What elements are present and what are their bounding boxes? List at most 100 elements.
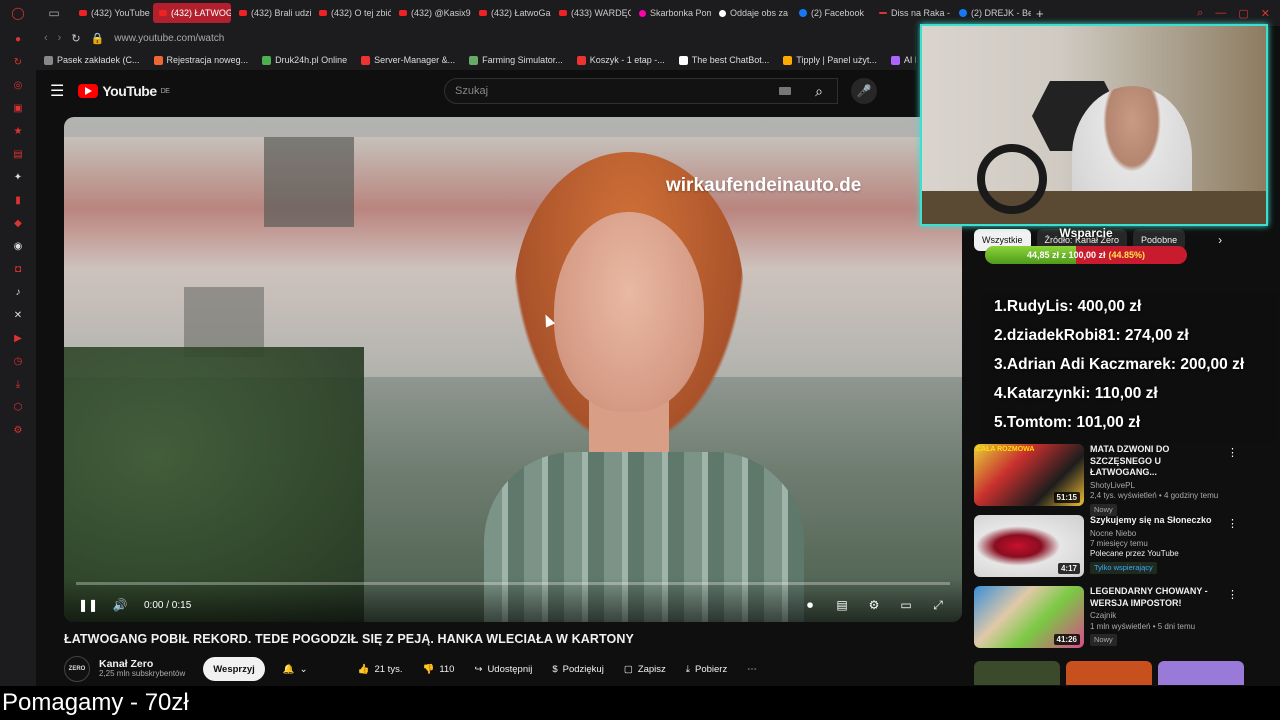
chevron-right-icon[interactable]: ›: [1209, 229, 1231, 251]
browser-tab[interactable]: Skarbonka Pom: [633, 3, 711, 23]
keyboard-icon[interactable]: [779, 87, 791, 95]
kebab-menu-icon[interactable]: ⋮: [1227, 446, 1238, 459]
recommendation-item[interactable]: CAŁA ROZMOWA 51:15 MATA DZWONI DO SZCZĘS…: [974, 444, 1244, 516]
recommendation-title[interactable]: MATA DZWONI DO SZCZĘSNEGO U ŁATWOGANG...: [1090, 444, 1230, 479]
tiktok-icon[interactable]: ♪: [11, 285, 25, 299]
progress-bar[interactable]: [76, 582, 950, 585]
opera-menu-icon[interactable]: ◯: [0, 0, 36, 26]
browser-tab[interactable]: (2) DREJK - Beli: [953, 3, 1031, 23]
browser-tab[interactable]: (432) ŁATWOGANG P...: [153, 3, 231, 23]
bookmark-item[interactable]: Rejestracja noweg...: [153, 55, 248, 65]
new-badge: Nowy: [1090, 503, 1117, 516]
more-actions-button[interactable]: ⋯: [737, 657, 767, 681]
bookmark-item[interactable]: Server-Manager &...: [361, 55, 455, 65]
search-tabs-icon[interactable]: ⌕: [1197, 7, 1203, 20]
opera-icon[interactable]: ●: [11, 32, 25, 46]
voice-search-button[interactable]: 🎤: [851, 78, 877, 104]
support-button[interactable]: Wesprzyj: [203, 657, 265, 681]
bookmark-item[interactable]: Druk24h.pl Online: [262, 55, 347, 65]
bookmark-favicon-icon: [576, 55, 586, 65]
bookmark-item[interactable]: AI Music Genera: [890, 55, 916, 65]
chatgpt-icon[interactable]: ✦: [11, 170, 25, 184]
downloads-icon[interactable]: ⤓: [11, 377, 25, 391]
tab-bar: ◯ ▭ (432) YouTube (432) ŁATWOGANG P... (43…: [0, 0, 1280, 26]
pause-button[interactable]: ❚❚: [76, 594, 100, 616]
reload-page-icon[interactable]: ↻: [71, 32, 80, 45]
theater-mode-button[interactable]: ▭: [894, 594, 918, 616]
browser-tab[interactable]: (432) ŁatwoGan: [473, 3, 551, 23]
bookmark-item[interactable]: The best ChatBot...: [678, 55, 769, 65]
forward-icon[interactable]: ›: [58, 32, 62, 44]
bookmark-item[interactable]: Pasek zakładek (C...: [44, 55, 140, 65]
download-button[interactable]: ⤓ Pobierz: [676, 657, 737, 681]
browser-tab[interactable]: (2) Facebook: [793, 3, 871, 23]
bookmarks-icon[interactable]: ★: [11, 124, 25, 138]
close-window-icon[interactable]: ✕: [1261, 7, 1270, 20]
browser-tab[interactable]: (432) Brali udzi...: [233, 3, 311, 23]
youtube-logo[interactable]: YouTube DE: [78, 83, 170, 99]
recommendation-channel[interactable]: Nocne Niebo: [1090, 529, 1230, 539]
maximize-icon[interactable]: ▢: [1238, 7, 1248, 20]
recommendation-item[interactable]: 41:26 LEGENDARNY CHOWANY - WERSJA IMPOST…: [974, 586, 1244, 650]
tab-label: (432) ŁatwoGan: [491, 8, 551, 18]
kebab-menu-icon[interactable]: ⋮: [1227, 588, 1238, 601]
messenger-icon[interactable]: ◆: [11, 216, 25, 230]
video-thumbnail[interactable]: CAŁA ROZMOWA 51:15: [974, 444, 1084, 506]
recommendation-channel[interactable]: ShotyLivePL: [1090, 481, 1230, 491]
channel-avatar[interactable]: ZERO: [64, 656, 90, 682]
settings-icon[interactable]: ⚙: [11, 423, 25, 437]
fullscreen-button[interactable]: ⤢: [926, 594, 950, 616]
subtitles-button[interactable]: ▤: [830, 594, 854, 616]
notifications-button[interactable]: 🔔 ⌄: [273, 657, 318, 681]
video-player[interactable]: wirkaufendeinauto.de ❚❚ 🔊 0:00 / 0:15 ⏺ …: [64, 117, 962, 622]
like-button[interactable]: 👍 21 tys.: [348, 657, 413, 681]
bookmark-item[interactable]: Farming Simulator...: [469, 55, 563, 65]
video-thumbnail[interactable]: 41:26: [974, 586, 1084, 648]
recommendation-title[interactable]: LEGENDARNY CHOWANY - WERSJA IMPOSTOR!: [1090, 586, 1230, 609]
thanks-button[interactable]: $ Podziękuj: [542, 657, 614, 681]
browser-tab[interactable]: (433) WARDĘG: [553, 3, 631, 23]
autoplay-toggle[interactable]: ⏺: [798, 594, 822, 616]
instagram-icon[interactable]: ◘: [11, 262, 25, 276]
browser-tab[interactable]: Diss na Raka -: [873, 3, 951, 23]
tab-list-icon[interactable]: ▭: [36, 0, 72, 26]
snapshot-icon[interactable]: ▤: [11, 147, 25, 161]
workspace-icon[interactable]: ▣: [11, 101, 25, 115]
volume-button[interactable]: 🔊: [108, 594, 132, 616]
browser-tab[interactable]: (432) O tej zbió...: [313, 3, 391, 23]
bookmark-item[interactable]: Tipply | Panel użyt...: [783, 55, 877, 65]
donation-goal: z 100,00 zł: [1061, 250, 1106, 260]
recommendation-channel[interactable]: Czajnik: [1090, 611, 1230, 621]
short-thumbnail[interactable]: [1158, 661, 1244, 685]
extensions-icon[interactable]: ⬡: [11, 400, 25, 414]
x-icon[interactable]: ✕: [11, 308, 25, 322]
search-button[interactable]: ⌕: [802, 78, 836, 104]
reload-icon[interactable]: ↻: [11, 55, 25, 69]
player-icon[interactable]: ▶: [11, 331, 25, 345]
discord-icon[interactable]: ◉: [11, 239, 25, 253]
search-input[interactable]: Szukaj: [444, 78, 838, 104]
kebab-menu-icon[interactable]: ⋮: [1227, 517, 1238, 530]
new-tab-button[interactable]: +: [1036, 6, 1044, 21]
tab-favicon-icon: [719, 9, 726, 17]
aria-icon[interactable]: ◎: [11, 78, 25, 92]
url-field[interactable]: www.youtube.com/watch: [114, 33, 224, 44]
save-button[interactable]: ▢ Zapisz: [614, 657, 676, 681]
history-icon[interactable]: ◷: [11, 354, 25, 368]
back-icon[interactable]: ‹: [44, 32, 48, 44]
bookmark-item[interactable]: Koszyk - 1 etap -...: [576, 55, 665, 65]
recommendation-title[interactable]: Szykujemy się na Słoneczko: [1090, 515, 1230, 527]
short-thumbnail[interactable]: [1066, 661, 1152, 685]
recommendation-item[interactable]: 4:17 Szykujemy się na Słoneczko Nocne Ni…: [974, 515, 1244, 579]
video-thumbnail[interactable]: 4:17: [974, 515, 1084, 577]
minimize-icon[interactable]: —: [1215, 7, 1226, 20]
twitch-icon[interactable]: ▮: [11, 193, 25, 207]
menu-icon[interactable]: ☰: [50, 81, 64, 101]
dislike-button[interactable]: 👎 110: [412, 657, 464, 681]
browser-tab[interactable]: (432) @Kasix90: [393, 3, 471, 23]
short-thumbnail[interactable]: [974, 661, 1060, 685]
browser-tab[interactable]: Oddaje obs za a: [713, 3, 791, 23]
browser-tab[interactable]: (432) YouTube: [73, 3, 151, 23]
share-button[interactable]: ↪ Udostępnij: [464, 657, 542, 681]
settings-gear-icon[interactable]: ⚙: [862, 594, 886, 616]
